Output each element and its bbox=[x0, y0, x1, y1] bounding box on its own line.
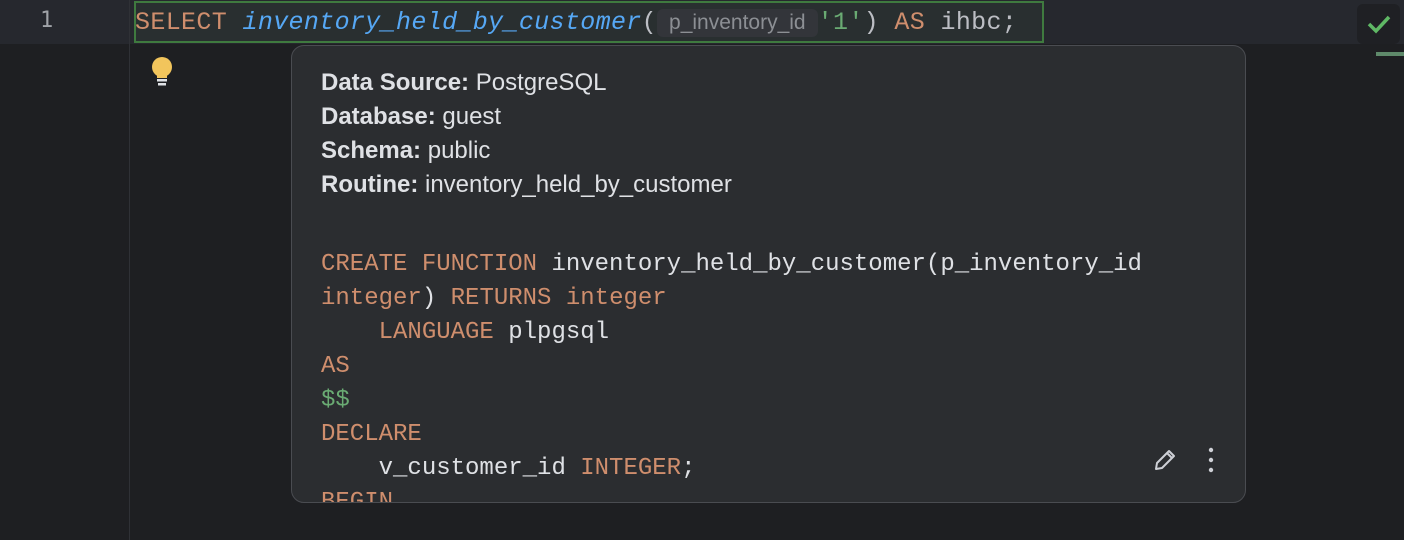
routine-source: CREATE FUNCTION inventory_held_by_custom… bbox=[321, 248, 1142, 503]
meta-label: Routine: bbox=[321, 171, 419, 198]
edit-pencil-icon[interactable] bbox=[1151, 446, 1179, 478]
meta-value: inventory_held_by_customer bbox=[424, 171, 732, 198]
meta-value: public bbox=[427, 137, 491, 164]
keyword: DECLARE bbox=[321, 421, 422, 448]
routine-metadata: Data Source: PostgreSQL Database: guest … bbox=[321, 66, 732, 202]
meta-value: PostgreSQL bbox=[475, 69, 607, 96]
inspection-ok-icon[interactable] bbox=[1357, 4, 1400, 44]
paren: ( bbox=[641, 8, 658, 37]
code-text: ; bbox=[681, 455, 696, 482]
meta-value: guest bbox=[442, 103, 502, 130]
dollar-quote: $$ bbox=[321, 387, 350, 414]
meta-label: Database: bbox=[321, 103, 436, 130]
function-call[interactable]: inventory_held_by_customer bbox=[242, 8, 641, 37]
meta-label: Data Source: bbox=[321, 69, 470, 96]
meta-label: Schema: bbox=[321, 137, 422, 164]
keyword: CREATE FUNCTION bbox=[321, 251, 538, 278]
code-text: v_customer_id bbox=[321, 455, 581, 482]
lightbulb-icon[interactable] bbox=[150, 56, 174, 92]
keyword: integer bbox=[565, 285, 667, 312]
semicolon: ; bbox=[1001, 8, 1018, 37]
documentation-popup: Data Source: PostgreSQL Database: guest … bbox=[291, 45, 1246, 503]
string-literal: '1' bbox=[817, 8, 864, 37]
keyword: integer bbox=[321, 285, 422, 312]
keyword: LANGUAGE bbox=[321, 319, 494, 346]
keyword: INTEGER bbox=[580, 455, 682, 482]
line-number: 1 bbox=[40, 8, 54, 33]
code-text: inventory_held_by_customer(p_inventory_i… bbox=[537, 251, 1142, 278]
paren: ) bbox=[863, 8, 880, 37]
code-line[interactable]: SELECT inventory_held_by_customer(p_inve… bbox=[135, 8, 1017, 38]
keyword: AS bbox=[894, 8, 926, 37]
popup-actions bbox=[1151, 446, 1215, 478]
keyword: SELECT bbox=[135, 8, 228, 37]
keyword: RETURNS bbox=[450, 285, 552, 312]
code-text: plpgsql bbox=[493, 319, 610, 346]
keyword: BEGIN bbox=[321, 489, 394, 503]
keyword: AS bbox=[321, 353, 350, 380]
alias: ihbc bbox=[940, 8, 1002, 37]
scrollbar-marker bbox=[1376, 52, 1404, 56]
code-text: ) bbox=[421, 285, 451, 312]
more-options-icon[interactable] bbox=[1207, 446, 1215, 478]
parameter-hint: p_inventory_id bbox=[657, 9, 818, 37]
gutter-divider bbox=[129, 0, 130, 540]
